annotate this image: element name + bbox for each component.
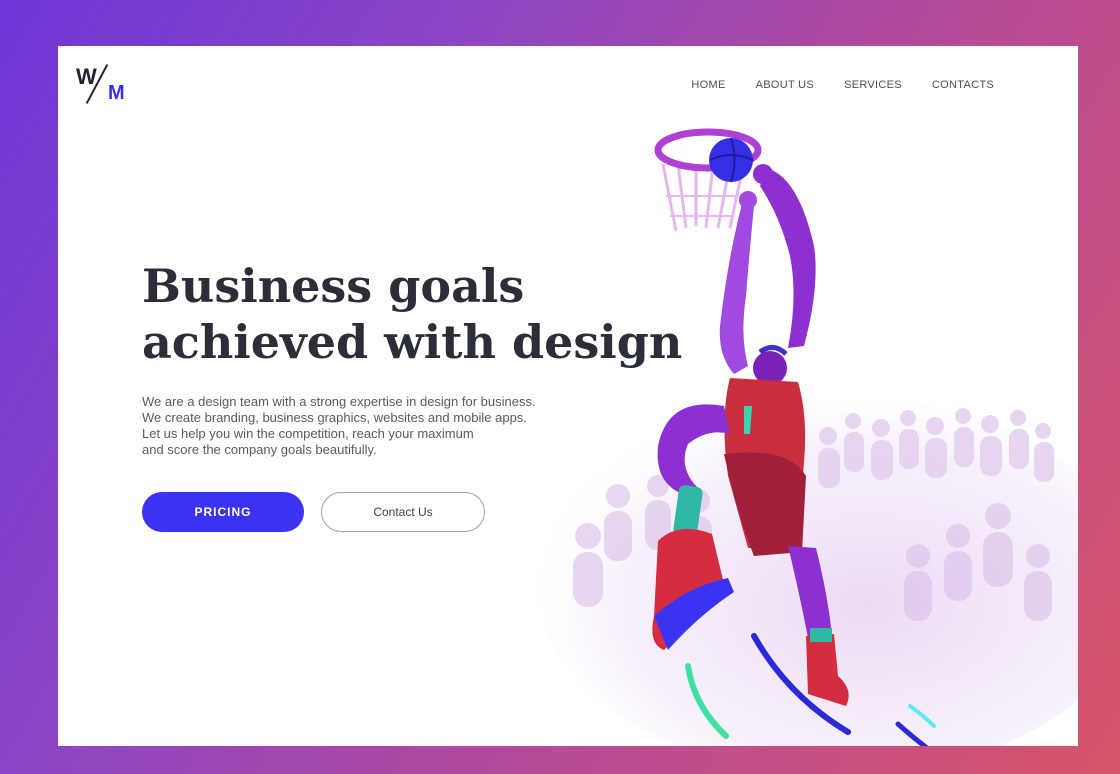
logo-letter-m: M (108, 82, 125, 104)
pricing-button[interactable]: PRICING (142, 492, 304, 532)
basketball-player-illustration (538, 128, 1078, 746)
landing-page-panel: W M HOME ABOUT US SERVICES CONTACTS Busi… (58, 46, 1078, 746)
hero-desc-line-3: Let us help you win the competition, rea… (142, 426, 474, 441)
top-navigation: HOME ABOUT US SERVICES CONTACTS (691, 79, 994, 91)
hero-desc-line-1: We are a design team with a strong exper… (142, 394, 536, 409)
wm-logo[interactable]: W M (74, 64, 134, 110)
nav-about-us[interactable]: ABOUT US (756, 79, 814, 91)
hero-desc-line-2: We create branding, business graphics, w… (142, 410, 527, 425)
nav-contacts[interactable]: CONTACTS (932, 79, 994, 91)
contact-us-button[interactable]: Contact Us (321, 492, 485, 532)
hero-title-line-1: Business goals (142, 259, 525, 313)
hero-desc-line-4: and score the company goals beautifully. (142, 442, 377, 457)
nav-services[interactable]: SERVICES (844, 79, 902, 91)
nav-home[interactable]: HOME (691, 79, 725, 91)
